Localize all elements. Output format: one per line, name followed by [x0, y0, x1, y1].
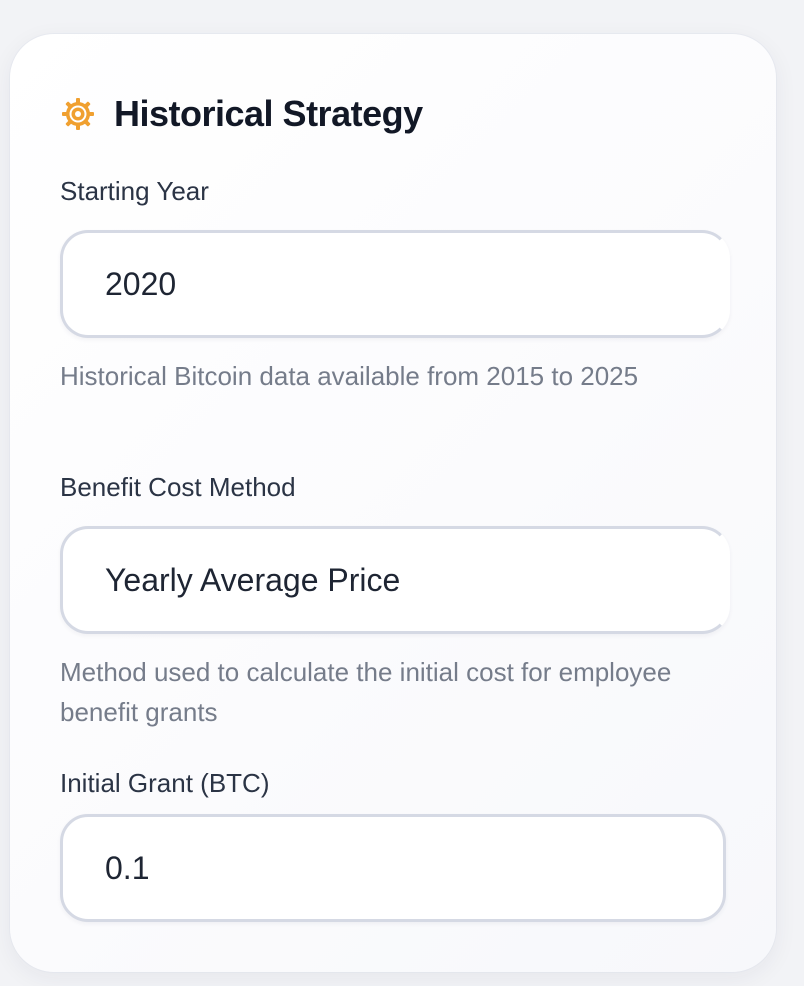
starting-year-input[interactable]: 2020 [60, 230, 730, 338]
initial-grant-label: Initial Grant (BTC) [60, 768, 270, 798]
initial-grant-value: 0.1 [105, 849, 150, 886]
strategy-card: Historical Strategy Starting Year 2020 H… [10, 34, 776, 972]
gear-icon [60, 96, 96, 132]
starting-year-label: Starting Year [60, 176, 209, 206]
section-title: Historical Strategy [114, 93, 423, 134]
initial-grant-input[interactable]: 0.1 [60, 814, 726, 922]
benefit-cost-method-help: Method used to calculate the initial cos… [60, 657, 672, 727]
section-header: Historical Strategy [60, 92, 423, 136]
benefit-cost-method-select[interactable]: Yearly Average Price [60, 526, 730, 634]
benefit-cost-method-value: Yearly Average Price [105, 561, 401, 598]
starting-year-value: 2020 [105, 265, 177, 302]
starting-year-help: Historical Bitcoin data available from 2… [60, 361, 639, 391]
benefit-cost-method-label: Benefit Cost Method [60, 472, 296, 502]
